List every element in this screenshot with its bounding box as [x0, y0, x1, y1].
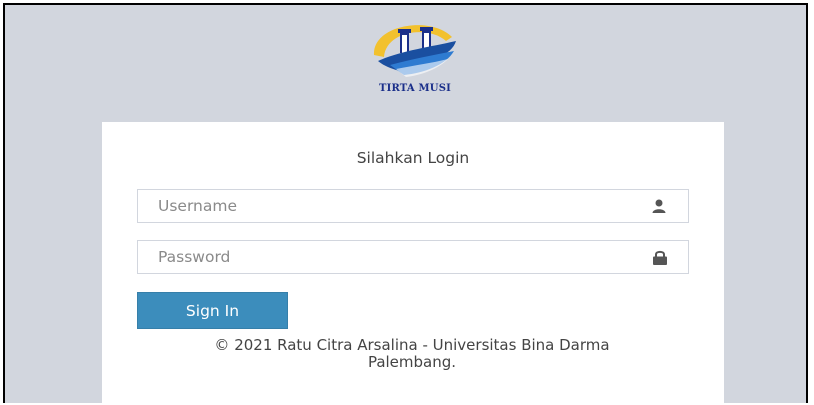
logo: TIRTA MUSI: [360, 11, 470, 101]
login-box: Silahkan Login Sign In © 2021 Ratu Citr: [102, 122, 724, 403]
password-input[interactable]: [138, 241, 688, 273]
logo-text: TIRTA MUSI: [378, 83, 452, 94]
login-title: Silahkan Login: [356, 149, 470, 167]
footer-line-1: © 2021 Ratu Citra Arsalina - Universitas…: [214, 336, 610, 354]
user-icon: [652, 199, 666, 214]
tirta-musi-logo-icon: [373, 25, 456, 77]
lock-icon: [652, 250, 667, 265]
footer-line-2: Palembang.: [367, 353, 457, 371]
page-frame: TIRTA MUSI Silahkan Login Sign In: [3, 3, 808, 403]
username-field: [137, 189, 689, 223]
sign-in-button[interactable]: Sign In: [137, 292, 288, 329]
password-field: [137, 240, 689, 274]
footer-copyright: © 2021 Ratu Citra Arsalina - Universitas…: [142, 337, 682, 371]
username-input[interactable]: [138, 190, 688, 222]
